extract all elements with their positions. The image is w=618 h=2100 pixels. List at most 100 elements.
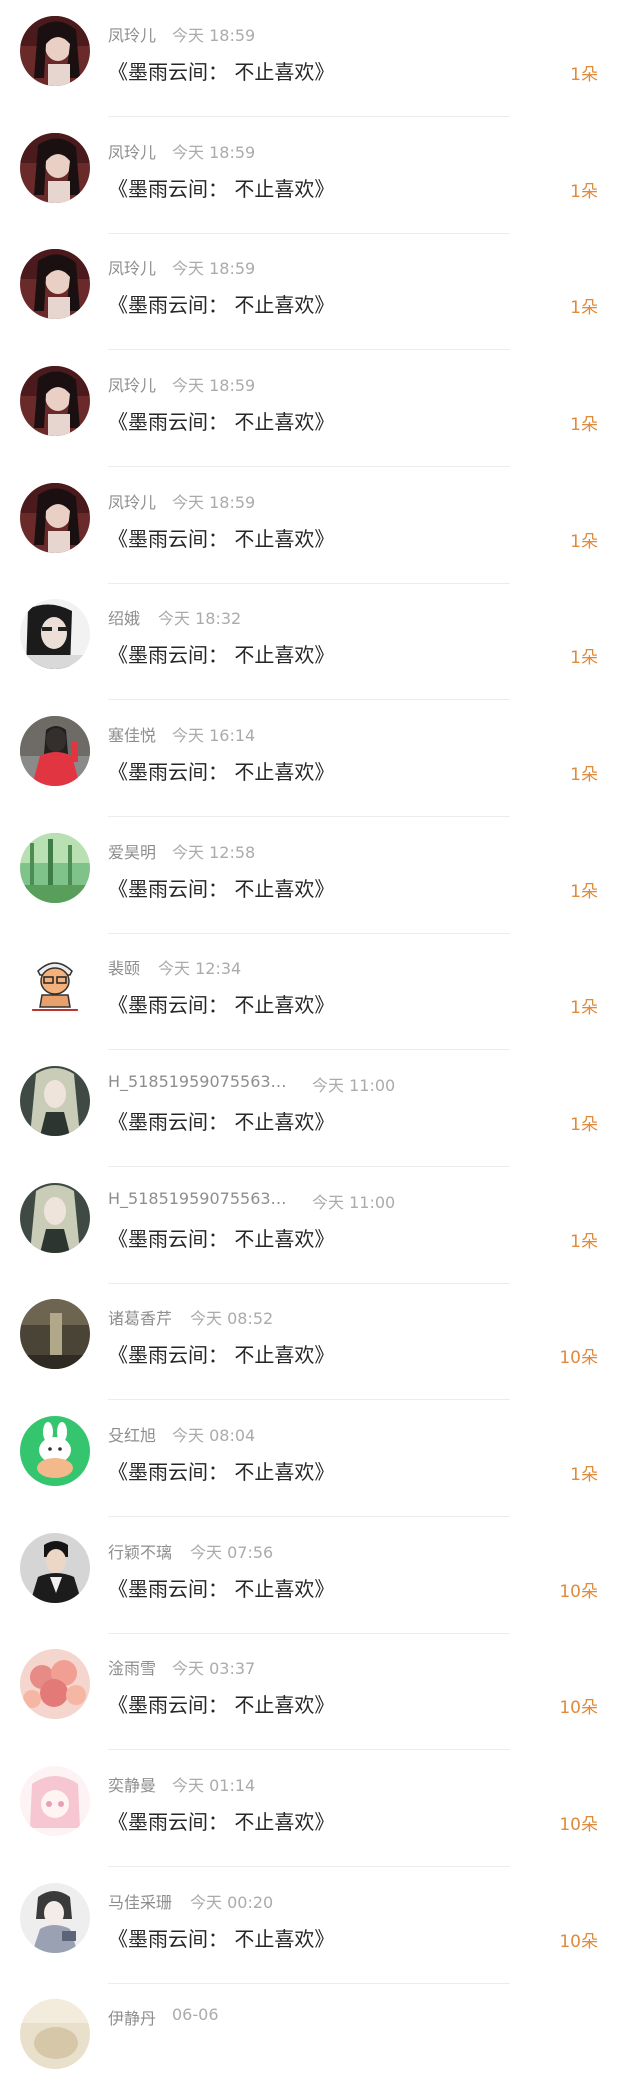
gift-count: 1朵 — [570, 648, 598, 668]
gift-count: 1朵 — [570, 182, 598, 202]
list-item[interactable]: 诸葛香芹 今天 08:52 《墨雨云间： 不止喜欢》 10朵 — [0, 1283, 618, 1400]
gift-title: 《墨雨云间： 不止喜欢》 — [108, 1227, 335, 1251]
sketch-portrait-avatar[interactable] — [20, 1883, 90, 1953]
user-name: 淦雨雪 — [108, 1659, 157, 1678]
gift-title: 《墨雨云间： 不止喜欢》 — [108, 60, 335, 84]
timestamp: 今天 18:59 — [172, 259, 256, 278]
list-item[interactable]: H_51851959075563… 今天 11:00 《墨雨云间： 不止喜欢》 … — [0, 1167, 618, 1284]
user-name: 塞佳悦 — [108, 726, 157, 745]
timestamp: 今天 18:59 — [172, 493, 256, 512]
user-name: 凤玲儿 — [108, 26, 157, 45]
user-name: H_51851959075563… — [108, 1072, 287, 1091]
dark-hair-girl-avatar[interactable] — [20, 366, 90, 436]
list-item[interactable]: 绍娥 今天 18:32 《墨雨云间： 不止喜欢》 1朵 — [0, 583, 618, 700]
anime-long-hair-avatar[interactable] — [20, 1183, 90, 1253]
user-name: 凤玲儿 — [108, 259, 157, 278]
timestamp: 今天 03:37 — [172, 1659, 256, 1678]
gift-count: 10朵 — [559, 1932, 598, 1952]
gift-record-list: 凤玲儿 今天 18:59 《墨雨云间： 不止喜欢》 1朵 凤玲儿 今天 18:5… — [0, 0, 618, 2069]
user-name: 诸葛香芹 — [108, 1309, 173, 1328]
gift-count: 1朵 — [570, 998, 598, 1018]
gift-title: 《墨雨云间： 不止喜欢》 — [108, 527, 335, 551]
man-portrait-avatar[interactable] — [20, 1533, 90, 1603]
green-forest-avatar[interactable] — [20, 833, 90, 903]
timestamp: 今天 12:34 — [158, 959, 242, 978]
gift-count: 1朵 — [570, 532, 598, 552]
gift-title: 《墨雨云间： 不止喜欢》 — [108, 1927, 335, 1951]
user-name: 绍娥 — [108, 609, 141, 628]
timestamp: 今天 00:20 — [190, 1893, 274, 1912]
timestamp: 今天 08:52 — [190, 1309, 274, 1328]
gift-count: 1朵 — [570, 298, 598, 318]
list-item[interactable]: 凤玲儿 今天 18:59 《墨雨云间： 不止喜欢》 1朵 — [0, 467, 618, 584]
list-item[interactable]: 淦雨雪 今天 03:37 《墨雨云间： 不止喜欢》 10朵 — [0, 1633, 618, 1750]
user-name: 伊静丹 — [108, 2009, 157, 2028]
gift-title: 《墨雨云间： 不止喜欢》 — [108, 177, 335, 201]
gift-title: 《墨雨云间： 不止喜欢》 — [108, 1577, 335, 1601]
gift-title: 《墨雨云间： 不止喜欢》 — [108, 643, 335, 667]
pink-flowers-avatar[interactable] — [20, 1649, 90, 1719]
white-bunny-avatar[interactable] — [20, 1416, 90, 1486]
list-item[interactable]: 行颖不璃 今天 07:56 《墨雨云间： 不止喜欢》 10朵 — [0, 1517, 618, 1634]
timestamp: 今天 18:32 — [158, 609, 242, 628]
gift-count: 10朵 — [559, 1348, 598, 1368]
user-name: 行颖不璃 — [108, 1543, 173, 1562]
timestamp: 今天 12:58 — [172, 843, 256, 862]
gift-title: 《墨雨云间： 不止喜欢》 — [108, 877, 335, 901]
timestamp: 今天 01:14 — [172, 1776, 256, 1795]
timestamp: 今天 07:56 — [190, 1543, 274, 1562]
dark-hair-girl-avatar[interactable] — [20, 483, 90, 553]
gift-count: 10朵 — [559, 1582, 598, 1602]
dark-hair-girl-avatar[interactable] — [20, 249, 90, 319]
user-name: 凤玲儿 — [108, 143, 157, 162]
list-item[interactable]: 伊静丹 06-06 — [0, 1983, 618, 2100]
bw-portrait-avatar[interactable] — [20, 599, 90, 669]
gift-title: 《墨雨云间： 不止喜欢》 — [108, 1693, 335, 1717]
user-name: 奕静曼 — [108, 1776, 157, 1795]
gift-title: 《墨雨云间： 不止喜欢》 — [108, 293, 335, 317]
user-name: 凤玲儿 — [108, 376, 157, 395]
timestamp: 今天 18:59 — [172, 26, 256, 45]
gift-title: 《墨雨云间： 不止喜欢》 — [108, 1343, 335, 1367]
dark-hair-girl-avatar[interactable] — [20, 16, 90, 86]
dark-hair-girl-avatar[interactable] — [20, 133, 90, 203]
timestamp: 今天 11:00 — [312, 1076, 396, 1095]
girl-red-shirt-avatar[interactable] — [20, 716, 90, 786]
gift-count: 1朵 — [570, 765, 598, 785]
gift-title: 《墨雨云间： 不止喜欢》 — [108, 1110, 335, 1134]
gift-count: 10朵 — [559, 1698, 598, 1718]
list-item[interactable]: 爱昊明 今天 12:58 《墨雨云间： 不止喜欢》 1朵 — [0, 817, 618, 934]
list-item[interactable]: 凤玲儿 今天 18:59 《墨雨云间： 不止喜欢》 1朵 — [0, 117, 618, 234]
list-item[interactable]: 凤玲儿 今天 18:59 《墨雨云间： 不止喜欢》 1朵 — [0, 233, 618, 350]
pink-anime-avatar[interactable] — [20, 1766, 90, 1836]
list-item[interactable]: 裴颐 今天 12:34 《墨雨云间： 不止喜欢》 1朵 — [0, 933, 618, 1050]
beige-avatar[interactable] — [20, 1999, 90, 2069]
gift-count: 1朵 — [570, 882, 598, 902]
gift-title: 《墨雨云间： 不止喜欢》 — [108, 410, 335, 434]
timestamp: 今天 18:59 — [172, 376, 256, 395]
gift-count: 1朵 — [570, 415, 598, 435]
gift-title: 《墨雨云间： 不止喜欢》 — [108, 1460, 335, 1484]
gift-count: 1朵 — [570, 1465, 598, 1485]
user-name: 凤玲儿 — [108, 493, 157, 512]
dim-scene-avatar[interactable] — [20, 1299, 90, 1369]
list-item[interactable]: 塞佳悦 今天 16:14 《墨雨云间： 不止喜欢》 1朵 — [0, 700, 618, 817]
user-name: 爱昊明 — [108, 843, 157, 862]
user-name: 裴颐 — [108, 959, 141, 978]
gift-count: 1朵 — [570, 1115, 598, 1135]
timestamp: 今天 11:00 — [312, 1193, 396, 1212]
user-name: 殳红旭 — [108, 1426, 157, 1445]
timestamp: 今天 08:04 — [172, 1426, 256, 1445]
list-item[interactable]: 奕静曼 今天 01:14 《墨雨云间： 不止喜欢》 10朵 — [0, 1750, 618, 1867]
cartoon-man-avatar[interactable] — [20, 949, 90, 1019]
list-item[interactable]: 凤玲儿 今天 18:59 《墨雨云间： 不止喜欢》 1朵 — [0, 350, 618, 467]
list-item[interactable]: H_51851959075563… 今天 11:00 《墨雨云间： 不止喜欢》 … — [0, 1050, 618, 1167]
gift-count: 1朵 — [570, 1232, 598, 1252]
timestamp: 今天 18:59 — [172, 143, 256, 162]
list-item[interactable]: 凤玲儿 今天 18:59 《墨雨云间： 不止喜欢》 1朵 — [0, 0, 618, 117]
list-item[interactable]: 殳红旭 今天 08:04 《墨雨云间： 不止喜欢》 1朵 — [0, 1400, 618, 1517]
anime-long-hair-avatar[interactable] — [20, 1066, 90, 1136]
gift-count: 1朵 — [570, 65, 598, 85]
list-item[interactable]: 马佳采珊 今天 00:20 《墨雨云间： 不止喜欢》 10朵 — [0, 1867, 618, 1984]
timestamp: 今天 16:14 — [172, 726, 256, 745]
